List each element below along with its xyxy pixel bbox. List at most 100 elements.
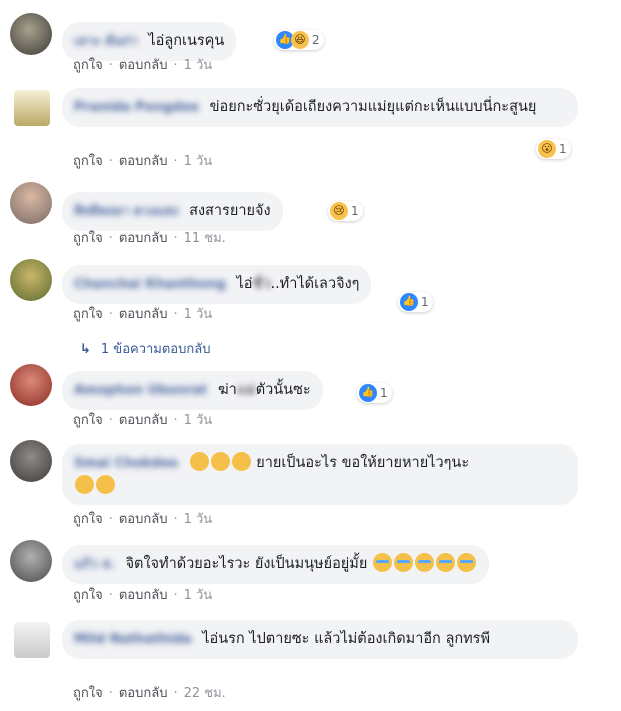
comment-author[interactable]: Chanchai Khanthong bbox=[74, 274, 226, 296]
crying-emoji-icon bbox=[393, 553, 413, 572]
sad-icon: 😢 bbox=[330, 202, 348, 220]
comment-author[interactable]: Pranida Pongdee bbox=[74, 97, 199, 119]
avatar[interactable] bbox=[10, 182, 52, 224]
comment-bubble: Mild Nathathida ไอ่นรก ไปตายซะ แล้วไม่ต้… bbox=[62, 620, 578, 659]
like-link[interactable]: ถูกใจ bbox=[73, 58, 103, 73]
comment-actions: ถูกใจ · ตอบกลับ · 22 ชม. bbox=[73, 682, 226, 703]
view-replies-link[interactable]: ↳ 1 ข้อความตอบกลับ bbox=[80, 338, 210, 359]
reaction-summary[interactable]: 👍 1 bbox=[357, 383, 392, 403]
comment-author[interactable]: Amophon Ubonrat bbox=[74, 380, 207, 402]
comment-text: ฆ่า bbox=[217, 382, 237, 398]
comment-text: ไอ่ bbox=[236, 276, 253, 292]
reaction-count: 1 bbox=[351, 204, 359, 218]
separator: · bbox=[173, 686, 178, 701]
sad-emoji-icon bbox=[231, 452, 251, 471]
comment-bubble: Smai Chokdee ยายเป็นอะไร ขอให้ยายหายไวๆน… bbox=[62, 444, 578, 505]
reaction-summary[interactable]: 👍 😆 2 bbox=[274, 30, 324, 50]
timestamp[interactable]: 1 วัน bbox=[184, 154, 213, 169]
comment-text: ตัวนั้นซะ bbox=[255, 382, 311, 398]
separator: · bbox=[108, 58, 113, 73]
reply-link[interactable]: ตอบกลับ bbox=[119, 413, 168, 428]
avatar[interactable] bbox=[10, 440, 52, 482]
separator: · bbox=[108, 686, 113, 701]
avatar[interactable] bbox=[10, 364, 52, 406]
separator: · bbox=[173, 512, 178, 527]
comment-actions: ถูกใจ · ตอบกลับ · 1 วัน bbox=[73, 508, 212, 529]
comment-text: ไอ่นรก ไปตายซะ แล้วไม่ต้องเกิดมาอีก ลูกท… bbox=[202, 631, 491, 647]
comment-actions: ถูกใจ · ตอบกลับ · 1 วัน bbox=[73, 409, 212, 430]
reply-link[interactable]: ตอบกลับ bbox=[119, 686, 168, 701]
comment-text: ..ทำได้เลวจิงๆ bbox=[270, 276, 360, 292]
crying-emoji-icon bbox=[435, 553, 455, 572]
sad-emoji-icon bbox=[189, 452, 209, 471]
comment-bubble: แก้ว ส. จิตใจทำด้วยอะไรวะ ยังเป็นมนุษย์อ… bbox=[62, 545, 489, 584]
timestamp[interactable]: 11 ชม. bbox=[184, 231, 226, 246]
reply-link[interactable]: ตอบกลับ bbox=[119, 154, 168, 169]
avatar[interactable] bbox=[10, 540, 52, 582]
separator: · bbox=[108, 154, 113, 169]
separator: · bbox=[108, 588, 113, 603]
comment-text: จิตใจทำด้วยอะไรวะ ยังเป็นมนุษย์อยู่มั้ย bbox=[125, 556, 368, 572]
like-link[interactable]: ถูกใจ bbox=[73, 588, 103, 603]
like-icon: 👍 bbox=[400, 293, 418, 311]
reply-link[interactable]: ตอบกลับ bbox=[119, 58, 168, 73]
comment-author[interactable]: สิทธิพงษา ดวงแสง bbox=[74, 201, 179, 223]
comment-author[interactable]: Mild Nathathida bbox=[74, 629, 192, 651]
like-link[interactable]: ถูกใจ bbox=[73, 686, 103, 701]
sad-emoji-icon bbox=[75, 475, 94, 494]
reply-arrow-icon: ↳ bbox=[80, 342, 91, 357]
timestamp[interactable]: 1 วัน bbox=[184, 307, 213, 322]
reply-link[interactable]: ตอบกลับ bbox=[119, 231, 168, 246]
separator: · bbox=[173, 58, 178, 73]
timestamp[interactable]: 1 วัน bbox=[184, 588, 213, 603]
reaction-summary[interactable]: 👍 1 bbox=[398, 292, 433, 312]
comment-bubble: Pranida Pongdee ข่อยกะซั่วยุเด้อเถียงควา… bbox=[62, 88, 578, 127]
sad-emoji-icon bbox=[210, 452, 230, 471]
separator: · bbox=[173, 588, 178, 603]
censored-word: แม่ bbox=[236, 382, 256, 398]
like-link[interactable]: ถูกใจ bbox=[73, 307, 103, 322]
avatar[interactable] bbox=[14, 90, 50, 126]
separator: · bbox=[108, 512, 113, 527]
like-icon: 👍 bbox=[359, 384, 377, 402]
reaction-count: 2 bbox=[312, 33, 320, 47]
comment-actions: ถูกใจ · ตอบกลับ · 1 วัน bbox=[73, 54, 212, 75]
comment-author[interactable]: เลาะ ดันก่า bbox=[74, 31, 138, 53]
like-link[interactable]: ถูกใจ bbox=[73, 413, 103, 428]
like-link[interactable]: ถูกใจ bbox=[73, 154, 103, 169]
timestamp[interactable]: 1 วัน bbox=[184, 512, 213, 527]
like-link[interactable]: ถูกใจ bbox=[73, 231, 103, 246]
comment-text: ยายเป็นอะไร ขอให้ยายหายไวๆนะ bbox=[256, 455, 470, 471]
comment-text: ไอ่ลูกเนรคุน bbox=[148, 33, 225, 49]
avatar[interactable] bbox=[10, 13, 52, 55]
crying-emoji-icon bbox=[456, 553, 476, 572]
reaction-summary[interactable]: 😢 1 bbox=[328, 201, 363, 221]
wow-icon: 😮 bbox=[538, 140, 556, 158]
comment-author[interactable]: แก้ว ส. bbox=[74, 554, 115, 576]
reply-link[interactable]: ตอบกลับ bbox=[119, 307, 168, 322]
comment-actions: ถูกใจ · ตอบกลับ · 11 ชม. bbox=[73, 227, 226, 248]
avatar[interactable] bbox=[14, 622, 50, 658]
replies-label: 1 ข้อความตอบกลับ bbox=[100, 342, 211, 357]
separator: · bbox=[173, 413, 178, 428]
like-link[interactable]: ถูกใจ bbox=[73, 512, 103, 527]
comment-author[interactable]: Smai Chokdee bbox=[74, 453, 178, 475]
timestamp[interactable]: 1 วัน bbox=[184, 58, 213, 73]
reaction-count: 1 bbox=[559, 142, 567, 156]
comment-text: ข่อยกะซั่วยุเด้อเถียงความแม่ยุแต่กะเห็นแ… bbox=[209, 99, 537, 115]
comment-bubble: Amophon Ubonrat ฆ่าแม่ตัวนั้นซะ bbox=[62, 371, 323, 410]
separator: · bbox=[173, 231, 178, 246]
reaction-summary[interactable]: 😮 1 bbox=[536, 139, 571, 159]
reply-link[interactable]: ตอบกลับ bbox=[119, 512, 168, 527]
comment-actions: ถูกใจ · ตอบกลับ · 1 วัน bbox=[73, 584, 212, 605]
reply-link[interactable]: ตอบกลับ bbox=[119, 588, 168, 603]
crying-emoji-icon bbox=[372, 553, 392, 572]
timestamp[interactable]: 22 ชม. bbox=[184, 686, 226, 701]
separator: · bbox=[108, 307, 113, 322]
crying-emoji-icon bbox=[414, 553, 434, 572]
timestamp[interactable]: 1 วัน bbox=[184, 413, 213, 428]
reaction-count: 1 bbox=[380, 386, 388, 400]
avatar[interactable] bbox=[10, 259, 52, 301]
reaction-count: 1 bbox=[421, 295, 429, 309]
comment-bubble: Chanchai Khanthong ไอ่ชั่ว..ทำได้เลวจิงๆ bbox=[62, 265, 372, 304]
